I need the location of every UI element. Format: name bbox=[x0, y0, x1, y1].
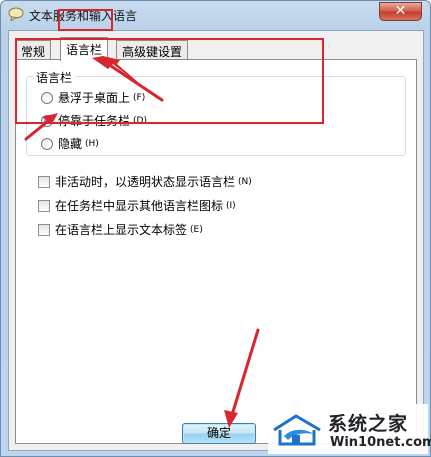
watermark-url: Win10net.com bbox=[330, 435, 431, 450]
radio-label: 停靠于任务栏 bbox=[58, 114, 131, 128]
title-bar[interactable]: 文本服务和输入语言 ✕ bbox=[1, 1, 430, 29]
watermark-name: 系统之家 bbox=[328, 413, 409, 435]
radio-label: 隐藏 bbox=[58, 137, 83, 151]
checkbox[interactable] bbox=[38, 175, 50, 188]
window-title: 文本服务和输入语言 bbox=[29, 9, 138, 23]
hotkey-hint: (N) bbox=[238, 176, 252, 187]
radio-button[interactable] bbox=[41, 91, 53, 104]
watermark: 系统之家 Win10net.com bbox=[268, 404, 431, 454]
radio-float-on-desktop[interactable]: 悬浮于桌面上 (F) bbox=[41, 89, 145, 106]
dialog-window: 文本服务和输入语言 ✕ 常规 语言栏 高级键设置 语言栏 悬浮于桌面上 (F) … bbox=[0, 0, 431, 457]
speech-bubble-icon bbox=[8, 7, 24, 21]
hotkey-hint: (E) bbox=[190, 224, 203, 235]
radio-label: 悬浮于桌面上 bbox=[58, 91, 131, 105]
close-icon: ✕ bbox=[394, 3, 407, 19]
tab-panel-language-bar: 语言栏 悬浮于桌面上 (F) 停靠于任务栏 (D) 隐藏 (H) 非活动时，以透… bbox=[15, 59, 417, 444]
checkbox[interactable] bbox=[38, 223, 50, 236]
checkbox-label: 在语言栏上显示文本标签 bbox=[55, 223, 188, 237]
checkbox-show-text-labels[interactable]: 在语言栏上显示文本标签 (E) bbox=[38, 221, 203, 238]
language-bar-group: 语言栏 悬浮于桌面上 (F) 停靠于任务栏 (D) 隐藏 (H) bbox=[26, 69, 406, 156]
radio-dock-in-taskbar[interactable]: 停靠于任务栏 (D) bbox=[41, 112, 147, 129]
group-title: 语言栏 bbox=[33, 69, 76, 86]
checkbox-transparent-when-inactive[interactable]: 非活动时，以透明状态显示语言栏 (N) bbox=[38, 173, 252, 190]
checkbox-label: 非活动时，以透明状态显示语言栏 bbox=[55, 175, 236, 189]
hotkey-hint: (D) bbox=[133, 115, 147, 126]
radio-button[interactable] bbox=[41, 137, 53, 150]
checkbox[interactable] bbox=[38, 199, 50, 212]
close-button[interactable]: ✕ bbox=[379, 2, 422, 21]
dialog-client-area: 常规 语言栏 高级键设置 语言栏 悬浮于桌面上 (F) 停靠于任务栏 (D) 隐… bbox=[8, 30, 424, 451]
hotkey-hint: (H) bbox=[85, 138, 99, 149]
hotkey-hint: (F) bbox=[133, 92, 146, 103]
checkbox-show-extra-icons[interactable]: 在任务栏中显示其他语言栏图标 (I) bbox=[38, 197, 236, 214]
radio-hidden[interactable]: 隐藏 (H) bbox=[41, 135, 99, 152]
checkbox-label: 在任务栏中显示其他语言栏图标 bbox=[55, 199, 224, 213]
hotkey-hint: (I) bbox=[226, 200, 236, 211]
tab-advanced-key-settings[interactable]: 高级键设置 bbox=[116, 40, 189, 60]
tab-general[interactable]: 常规 bbox=[15, 40, 52, 60]
house-logo-icon bbox=[273, 414, 321, 446]
tab-language-bar[interactable]: 语言栏 bbox=[60, 37, 109, 61]
ok-button[interactable]: 确定 bbox=[182, 423, 256, 444]
radio-button-checked[interactable] bbox=[41, 114, 53, 127]
